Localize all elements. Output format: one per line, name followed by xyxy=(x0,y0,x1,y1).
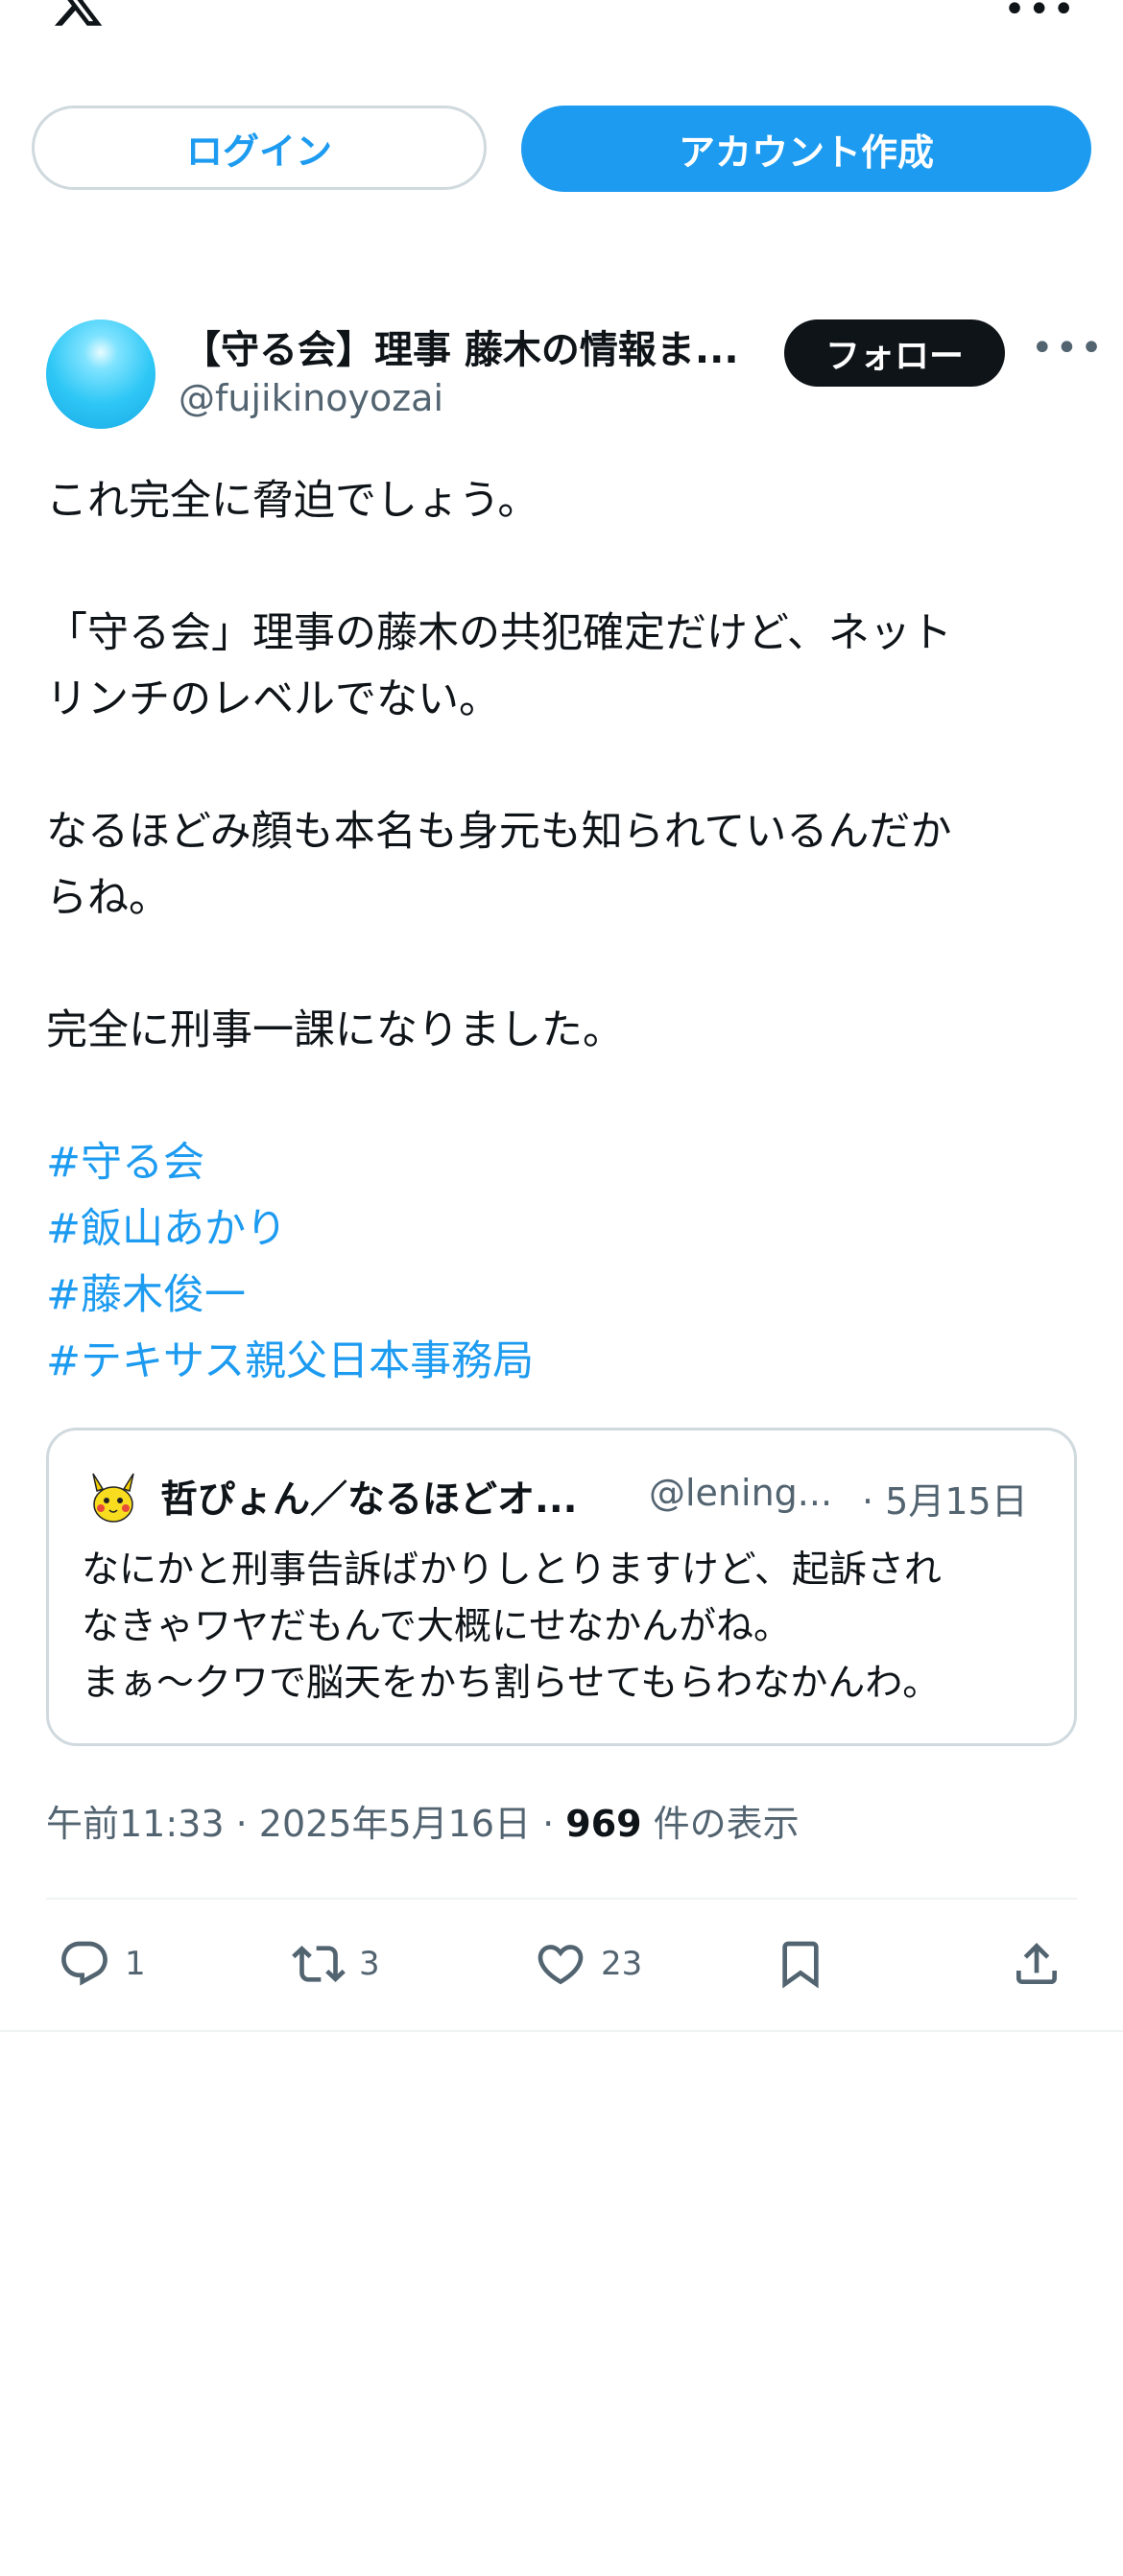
hashtag-link[interactable]: #テキサス親父日本事務局 xyxy=(46,1329,534,1395)
meta-separator: · xyxy=(224,1803,259,1845)
view-count: 969 xyxy=(565,1803,642,1845)
retweet-icon xyxy=(292,1946,346,1982)
bookmark-button[interactable] xyxy=(774,1930,827,1997)
post-text-line: 完全に刑事一課になりました。 xyxy=(46,1006,624,1054)
post-meta: 午前11:33 · 2025年5月16日 · 969 件の表示 xyxy=(46,1794,800,1847)
share-icon xyxy=(1016,1943,1057,1984)
more-menu-icon[interactable]: ••• xyxy=(1003,0,1077,29)
meta-separator: · xyxy=(531,1803,566,1845)
quoted-text-line: まぁ〜クワで脳天をかち割らせてもらわなかんわ。 xyxy=(82,1662,941,1705)
author-name[interactable]: 【守る会】理事 藤木の情報ま... xyxy=(182,319,758,374)
retweet-count: 3 xyxy=(359,1945,380,1983)
hashtag-link[interactable]: #守る会 xyxy=(46,1130,204,1196)
like-button[interactable]: 23 xyxy=(534,1930,642,1997)
divider xyxy=(46,1898,1077,1900)
post-text-line: 「守る会」理事の藤木の共犯確定だけど、ネット xyxy=(46,609,952,657)
quoted-author-handle: @lening... xyxy=(649,1472,833,1514)
author-handle[interactable]: @fujikinoyozai xyxy=(179,377,443,419)
hashtag-link[interactable]: #飯山あかり xyxy=(46,1196,287,1263)
like-count: 23 xyxy=(601,1945,643,1983)
post-time[interactable]: 午前11:33 xyxy=(46,1803,225,1845)
x-logo-icon[interactable] xyxy=(46,0,109,31)
login-button[interactable]: ログイン xyxy=(32,106,487,190)
quoted-text-line: なにかと刑事告訴ばかりしとりますけど、起訴され xyxy=(82,1548,942,1592)
quoted-text-line: なきゃワヤだもんで大概にせなかんがね。 xyxy=(82,1605,792,1648)
quoted-post-date: · 5月15日 xyxy=(862,1480,1028,1523)
reply-icon xyxy=(61,1941,108,1986)
retweet-button[interactable]: 3 xyxy=(292,1930,380,1997)
post-text-line: リンチのレベルでない。 xyxy=(46,675,500,723)
view-label: 件の表示 xyxy=(641,1803,800,1845)
heart-icon xyxy=(538,1945,584,1985)
post-text-line: これ完全に脅迫でしょう。 xyxy=(46,477,539,525)
bookmark-icon xyxy=(782,1941,819,1989)
avatar[interactable] xyxy=(46,319,155,429)
reply-count: 1 xyxy=(125,1945,146,1983)
share-button[interactable] xyxy=(1010,1930,1063,1997)
post-more-icon[interactable]: ••• xyxy=(1031,329,1105,367)
post-date[interactable]: 2025年5月16日 xyxy=(259,1803,531,1845)
post-text-line: なるほどみ顔も本名も身元も知られているんだか xyxy=(46,808,952,856)
quoted-author-name: 哲ぴょん／なるほどオ... xyxy=(160,1478,578,1522)
divider xyxy=(0,2030,1123,2032)
post-text-line: らね。 xyxy=(46,874,170,922)
reply-button[interactable]: 1 xyxy=(58,1930,146,1997)
follow-button[interactable]: フォロー xyxy=(784,319,1005,387)
hashtag-link[interactable]: #藤木俊一 xyxy=(46,1263,246,1329)
quoted-avatar xyxy=(81,1465,146,1530)
create-account-button[interactable]: アカウント作成 xyxy=(521,106,1091,192)
